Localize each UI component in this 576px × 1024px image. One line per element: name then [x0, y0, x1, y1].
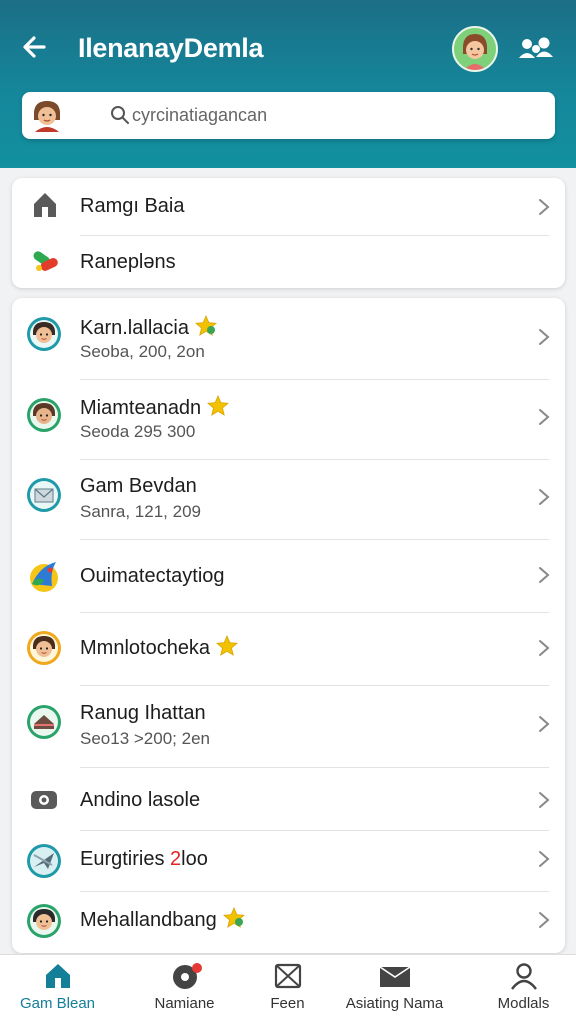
contact-name: Karn.lallacia: [80, 317, 189, 339]
chevron-right-icon: [539, 567, 550, 583]
contact-name: Mmnlotocheka: [80, 637, 211, 659]
home-icon: [34, 193, 56, 217]
contact-name: Eurgtiries: [80, 848, 171, 870]
chevron-right-icon: [539, 640, 550, 656]
plane-icon: [27, 844, 61, 878]
search-bar[interactable]: cyrcinatiagancan: [22, 92, 555, 139]
avatar-icon: [27, 904, 61, 938]
game-icon: [30, 562, 58, 592]
chevron-right-icon: [539, 489, 550, 505]
bottom-navigation: Gam Blean Namiane Feen Asiating Nama Mod…: [0, 954, 576, 1024]
search-input[interactable]: cyrcinatiagancan: [132, 105, 267, 126]
nav-label: Namiane: [154, 995, 215, 1012]
nav-label: Feen: [270, 995, 305, 1012]
avatar-icon: [27, 317, 61, 351]
chevron-right-icon: [539, 199, 550, 215]
camera-icon: [31, 791, 57, 809]
folder-icon: [379, 966, 410, 987]
contact-detail: Sanra, 121, 209: [80, 502, 201, 521]
nav-item-home[interactable]: Gam Blean: [0, 961, 115, 1012]
cake-icon: [27, 705, 61, 739]
contact-detail: Seo13 >200; 2en: [80, 729, 210, 748]
home-icon: [45, 964, 70, 988]
group-icon[interactable]: [516, 34, 556, 64]
contact-name-tail: loo: [181, 848, 208, 870]
list-item-contact-7[interactable]: Andino lasole: [12, 768, 565, 830]
star-icon: [194, 315, 217, 336]
contact-name: Andino lasole: [80, 789, 201, 811]
star-icon: [216, 635, 239, 656]
back-arrow-icon[interactable]: [20, 32, 50, 62]
list-item-contact-9[interactable]: Mehallandbang: [12, 892, 565, 952]
star-icon: [222, 907, 245, 928]
contact-name: Mehallandbang: [80, 909, 217, 931]
notification-badge: [192, 963, 202, 973]
mail-icon: [27, 478, 61, 512]
status-bar: [0, 0, 576, 10]
list-item-quick-1[interactable]: Ramgı Baia: [12, 178, 565, 235]
avatar-icon: [27, 631, 61, 665]
contacts-card: Karn.lallacia Seoba, 200, 2on Miamteanad…: [12, 298, 565, 953]
nav-label: Modlals: [497, 995, 550, 1012]
list-item-contact-8[interactable]: Eurgtiries 2loo: [12, 831, 565, 891]
contact-detail: Seoba, 200, 2on: [80, 342, 205, 361]
nav-item-camera[interactable]: Namiane: [127, 961, 242, 1012]
nav-item-mail[interactable]: Feen: [230, 961, 345, 1012]
list-item-label: Ranepləns: [80, 251, 176, 273]
list-item-contact-6[interactable]: Ranug Ihattan Seo13 >200; 2en: [12, 686, 565, 766]
page-title: IlenanayDemla: [78, 33, 264, 63]
list-item-contact-3[interactable]: Gam Bevdan Sanra, 121, 209: [12, 460, 565, 538]
list-item-contact-4[interactable]: Ouimatectaytiog: [12, 540, 565, 612]
list-item-contact-1[interactable]: Karn.lallacia Seoba, 200, 2on: [12, 298, 565, 378]
contact-name: Gam Bevdan: [80, 475, 197, 497]
chevron-right-icon: [539, 329, 550, 345]
mail-icon: [274, 963, 301, 989]
contact-name: Ouimatectaytiog: [80, 565, 225, 587]
avatar-icon: [34, 101, 60, 132]
nav-label: Asiating Nama: [345, 995, 444, 1012]
person-icon: [510, 963, 537, 990]
list-item-label: Ramgı Baia: [80, 195, 185, 217]
chevron-right-icon: [539, 792, 550, 808]
chevron-right-icon: [539, 716, 550, 732]
search-icon: [111, 106, 129, 124]
star-icon: [207, 395, 230, 416]
list-item-contact-5[interactable]: Mmnlotocheka: [12, 613, 565, 685]
chevron-right-icon: [539, 912, 550, 928]
list-item-quick-2[interactable]: Ranepləns: [12, 236, 565, 288]
nav-item-profile[interactable]: Modlals: [466, 961, 576, 1012]
list-item-contact-2[interactable]: Miamteanadn Seoda 295 300: [12, 380, 565, 458]
chevron-right-icon: [539, 409, 550, 425]
avatar-icon: [27, 398, 61, 432]
nav-label: Gam Blean: [19, 995, 96, 1012]
contact-name-highlight: 2: [170, 848, 182, 870]
profile-avatar[interactable]: [452, 26, 498, 72]
contact-name: Ranug Ihattan: [80, 702, 206, 724]
app-header: IlenanayDemla cyrcinatiagancan: [0, 0, 576, 168]
quick-links-card: Ramgı Baia Ranepləns: [12, 178, 565, 288]
contact-name: Miamteanadn: [80, 397, 202, 419]
nav-item-folder[interactable]: Asiating Nama: [337, 961, 452, 1012]
avatar-icon: [454, 28, 496, 70]
pills-icon: [33, 251, 58, 271]
contact-detail: Seoda 295 300: [80, 422, 196, 441]
chevron-right-icon: [539, 851, 550, 867]
